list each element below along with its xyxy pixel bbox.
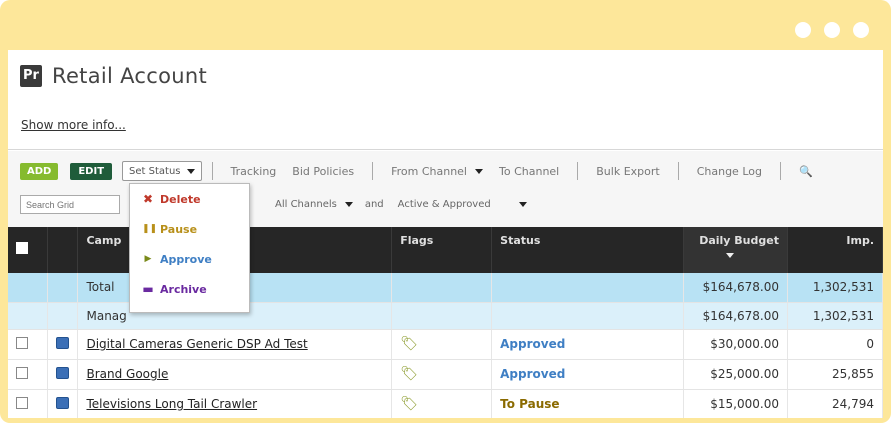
show-more-link[interactable]: Show more info... (21, 118, 126, 132)
set-status-menu: ✖ Delete ❚❚ Pause ▶ Approve ▬ Archive (129, 183, 250, 313)
from-channel-dropdown[interactable]: From Channel (383, 165, 491, 178)
menu-item-archive[interactable]: ▬ Archive (130, 274, 249, 304)
campaign-icon[interactable] (56, 366, 70, 379)
row-checkbox[interactable] (16, 396, 28, 409)
totals-budget: $164,678.00 (683, 273, 788, 303)
to-channel-link[interactable]: To Channel (491, 165, 567, 178)
status-cell: Approved (491, 329, 684, 360)
campaign-name-link[interactable]: Digital Cameras Generic DSP Ad Test (86, 337, 307, 351)
managed-impressions: 1,302,531 (787, 302, 883, 330)
edit-button[interactable]: EDIT (70, 162, 113, 180)
chevron-down-icon (186, 168, 195, 174)
column-header-flags[interactable]: Flags (391, 227, 493, 273)
chevron-down-icon (344, 202, 353, 207)
set-status-dropdown[interactable]: Set Status (122, 161, 202, 181)
budget-cell: $30,000.00 (683, 329, 788, 360)
channel-filter-dropdown[interactable]: All Channels (275, 199, 353, 210)
daily-budget-label: Daily Budget (699, 234, 779, 247)
impressions-cell: 0 (787, 329, 883, 360)
status-filter-dropdown[interactable]: Active & Approved (398, 199, 527, 210)
campaign-name-link[interactable]: Televisions Long Tail Crawler (86, 397, 257, 411)
browser-frame: Pr Retail Account Show more info... ADD … (0, 0, 891, 423)
column-header-daily-budget[interactable]: Daily Budget (683, 227, 788, 273)
tag-icon[interactable]: 🏷 (400, 366, 418, 382)
add-button[interactable]: ADD (20, 162, 59, 180)
search-icon[interactable]: 🔍 (791, 165, 821, 178)
status-filter-label: Active & Approved (397, 199, 491, 210)
impressions-cell: 24,794 (787, 389, 883, 418)
title-row: Pr Retail Account (20, 64, 207, 88)
and-label: and (364, 199, 384, 210)
status-cell: To Pause (491, 389, 684, 418)
row-checkbox[interactable] (16, 336, 28, 349)
window-controls (795, 22, 869, 38)
campaign-name-link[interactable]: Brand Google (86, 367, 168, 381)
impressions-cell: 25,855 (787, 359, 883, 390)
chevron-down-icon (475, 168, 483, 174)
page-title: Retail Account (52, 64, 208, 88)
toolbar-row-filters: All Channels and Active & Approved (20, 195, 527, 214)
set-status-label: Set Status (129, 165, 181, 177)
delete-icon: ✖ (142, 192, 154, 206)
pause-icon: ❚❚ (142, 224, 158, 234)
row-checkbox[interactable] (16, 366, 28, 379)
app-window: Pr Retail Account Show more info... ADD … (8, 50, 883, 418)
table-row: Digital Cameras Generic DSP Ad Test 🏷 Ap… (8, 329, 883, 360)
menu-item-pause[interactable]: ❚❚ Pause (130, 214, 249, 244)
bid-policies-link[interactable]: Bid Policies (284, 165, 362, 178)
divider (211, 162, 213, 180)
divider (779, 162, 781, 180)
toolbar-row-actions: ADD EDIT Set Status Tracking Bid Policie… (20, 161, 821, 181)
channel-filter-label: All Channels (275, 199, 337, 210)
table-row: Brand Google 🏷 Approved $25,000.00 25,85… (8, 359, 883, 390)
bulk-export-link[interactable]: Bulk Export (588, 165, 667, 178)
change-log-link[interactable]: Change Log (689, 165, 770, 178)
table-row: Televisions Long Tail Crawler 🏷 To Pause… (8, 389, 883, 418)
menu-item-delete[interactable]: ✖ Delete (130, 184, 249, 214)
window-dot-1[interactable] (795, 22, 811, 38)
from-channel-label: From Channel (391, 164, 467, 178)
page-header: Pr Retail Account Show more info... (8, 50, 883, 150)
window-dot-3[interactable] (853, 22, 869, 38)
status-cell: Approved (491, 359, 684, 390)
search-grid-input[interactable] (20, 195, 120, 214)
budget-cell: $15,000.00 (683, 389, 788, 418)
select-all-checkbox[interactable] (16, 242, 28, 254)
divider (577, 162, 579, 180)
divider (677, 162, 679, 180)
chevron-down-icon (518, 202, 527, 207)
budget-cell: $25,000.00 (683, 359, 788, 390)
sort-desc-icon (726, 253, 735, 258)
tag-icon[interactable]: 🏷 (400, 396, 418, 412)
column-header-status[interactable]: Status (491, 227, 684, 273)
menu-item-label: Delete (160, 192, 201, 206)
campaign-icon[interactable] (56, 336, 70, 349)
menu-item-label: Archive (160, 282, 207, 296)
divider (372, 162, 374, 180)
select-all-header (8, 227, 49, 273)
campaign-icon[interactable] (56, 396, 70, 409)
managed-budget: $164,678.00 (683, 302, 788, 330)
archive-icon: ▬ (142, 282, 154, 296)
totals-impressions: 1,302,531 (787, 273, 883, 303)
approve-icon: ▶ (144, 254, 152, 264)
menu-item-approve[interactable]: ▶ Approve (130, 244, 249, 274)
tag-icon[interactable]: 🏷 (400, 336, 418, 352)
menu-item-label: Pause (160, 222, 198, 236)
account-logo-icon: Pr (20, 65, 42, 87)
icon-column-header (47, 227, 79, 273)
tracking-link[interactable]: Tracking (223, 165, 285, 178)
column-header-impressions[interactable]: Imp. (787, 227, 883, 273)
menu-item-label: Approve (160, 252, 212, 266)
window-dot-2[interactable] (824, 22, 840, 38)
